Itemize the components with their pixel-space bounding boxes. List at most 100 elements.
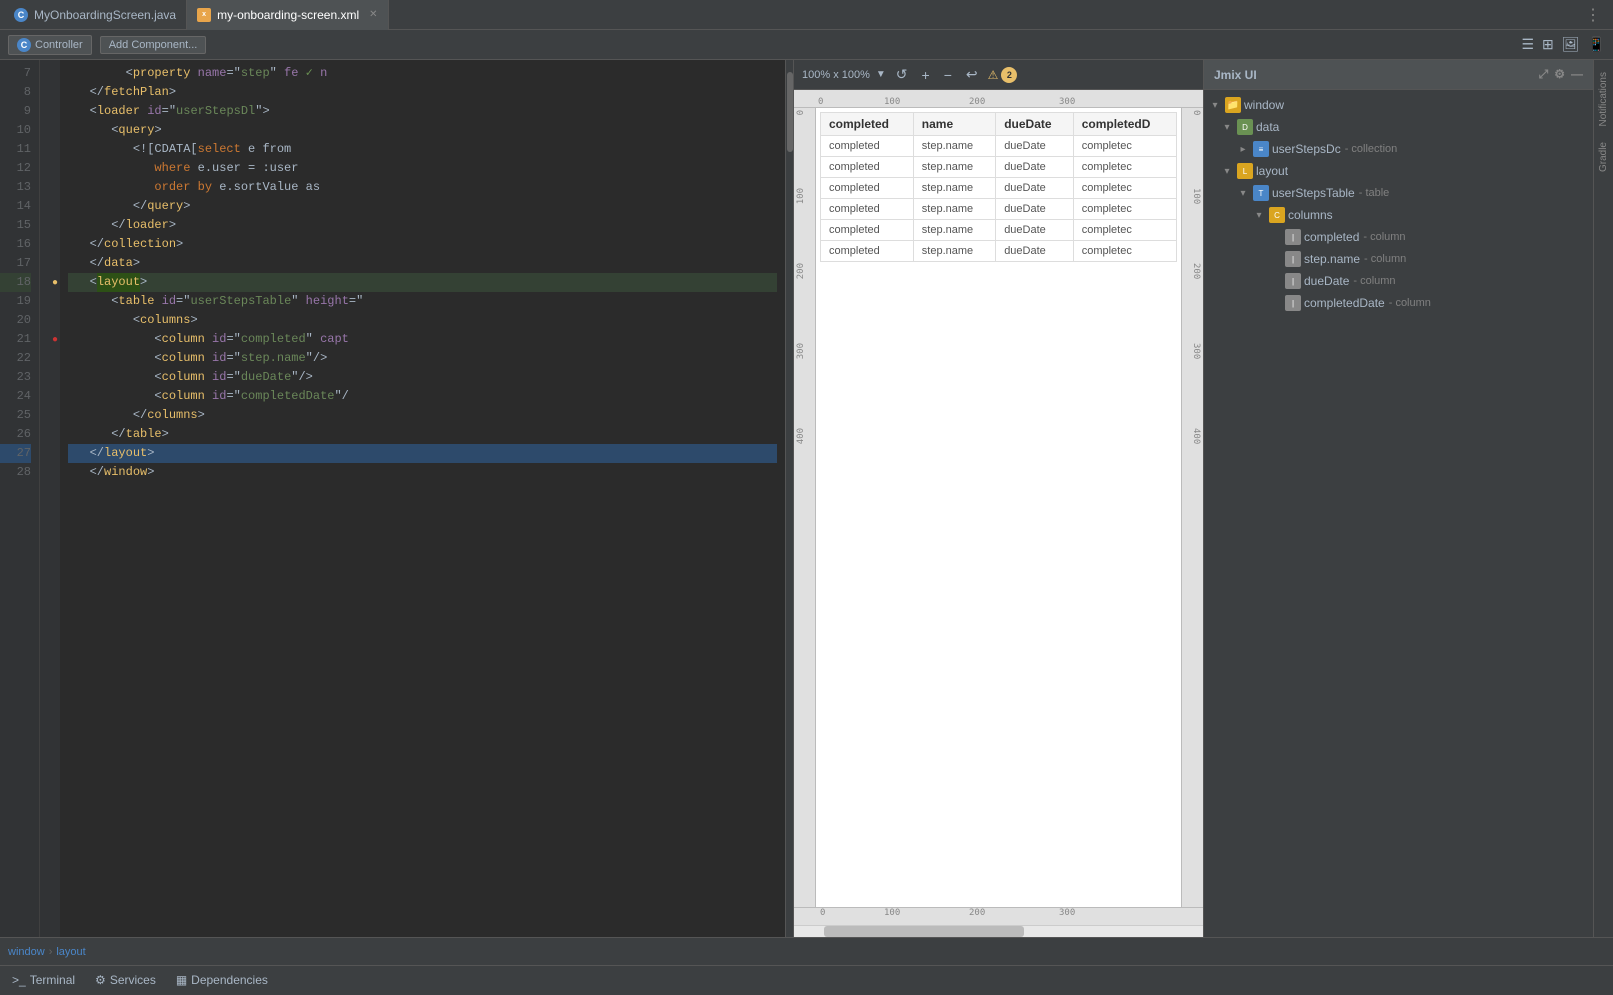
code-line-22: <column id="step.name"/> <box>68 349 777 368</box>
spacer <box>1268 274 1282 288</box>
services-tab[interactable]: ⚙ Services <box>91 966 160 995</box>
chevron-down-icon: ▾ <box>1252 208 1266 222</box>
code-line-12: where e.user = :user <box>68 159 777 178</box>
preview-col-duedate: dueDate <box>996 113 1074 136</box>
phone-icon[interactable]: 📱 <box>1588 36 1605 53</box>
tree-userstepsdc-type: - collection <box>1345 143 1398 155</box>
refresh-icon[interactable]: ↺ <box>892 64 912 85</box>
java-file-icon: C <box>14 8 28 22</box>
ruler-bottom: 0 100 200 300 <box>794 907 1203 925</box>
tree-layout-label: layout <box>1256 164 1288 178</box>
dependencies-label: Dependencies <box>191 973 268 987</box>
code-line-16: </collection> <box>68 235 777 254</box>
preview-col-completed: completed <box>821 113 914 136</box>
terminal-tab[interactable]: >_ Terminal <box>8 966 79 995</box>
code-line-17: </data> <box>68 254 777 273</box>
tab-more-button[interactable]: ⋮ <box>1577 5 1609 25</box>
tree-completed-type: - column <box>1363 231 1405 243</box>
tree-item-stepname-col[interactable]: | step.name - column <box>1204 248 1593 270</box>
preview-row-4: completed step.name dueDate completec <box>821 199 1177 220</box>
add-component-button[interactable]: Add Component... <box>100 36 207 54</box>
xml-file-icon: x <box>197 8 211 22</box>
gradle-tab[interactable]: Gradle <box>1596 134 1611 180</box>
preview-table: completed name dueDate completedD comple… <box>820 112 1177 262</box>
breadcrumb-window[interactable]: window <box>8 946 45 958</box>
breadcrumb-sep: › <box>49 946 53 958</box>
chevron-down-icon: ▾ <box>1236 186 1250 200</box>
code-line-21: <column id="completed" capt <box>68 330 777 349</box>
breadcrumb-layout[interactable]: layout <box>56 946 85 958</box>
zoom-dropdown-icon[interactable]: ▼ <box>876 69 886 80</box>
preview-col-name: name <box>913 113 995 136</box>
tree-userstepsdc-label: userStepsDc <box>1272 142 1341 156</box>
warnings-count: 2 <box>1001 67 1017 83</box>
terminal-label: Terminal <box>30 973 75 987</box>
code-line-23: <column id="dueDate"/> <box>68 368 777 387</box>
notifications-tab[interactable]: Notifications <box>1596 64 1611 134</box>
tab-xml[interactable]: x my-onboarding-screen.xml ✕ <box>187 0 388 30</box>
side-panel-tabs: Notifications Gradle <box>1593 60 1613 937</box>
tree-userstepstable-label: userStepsTable <box>1272 186 1355 200</box>
preview-scrollbar-h[interactable] <box>794 925 1203 937</box>
controller-button[interactable]: C Controller <box>8 35 92 55</box>
code-line-8: </fetchPlan> <box>68 83 777 102</box>
breadcrumb: window › layout <box>8 946 86 958</box>
column-icon: | <box>1285 251 1301 267</box>
tree-duedate-type: - column <box>1353 275 1395 287</box>
preview-row-5: completed step.name dueDate completec <box>821 220 1177 241</box>
window-folder-icon: 📁 <box>1225 97 1241 113</box>
collection-icon: ≡ <box>1253 141 1269 157</box>
tree-item-layout[interactable]: ▾ L layout <box>1204 160 1593 182</box>
tree-item-completeddate-col[interactable]: | completedDate - column <box>1204 292 1593 314</box>
code-line-15: </loader> <box>68 216 777 235</box>
code-line-18: <layout> <box>68 273 777 292</box>
table-view-icon[interactable]: ⊞ <box>1542 36 1554 53</box>
preview-row-1: completed step.name dueDate completec <box>821 136 1177 157</box>
chevron-down-icon: ▾ <box>1208 98 1222 112</box>
tree-item-window[interactable]: ▾ 📁 window <box>1204 94 1593 116</box>
panel-settings-icon[interactable]: ⚙ <box>1554 67 1565 82</box>
zoom-in-icon[interactable]: + <box>918 65 934 85</box>
dependencies-icon: ▦ <box>176 973 187 987</box>
grid-icon[interactable]: ☰ <box>1521 36 1534 53</box>
image-icon[interactable]: 🖼 <box>1562 36 1580 53</box>
tab-bar: C MyOnboardingScreen.java x my-onboardin… <box>0 0 1613 30</box>
tree-item-columns[interactable]: ▾ C columns <box>1204 204 1593 226</box>
code-line-14: </query> <box>68 197 777 216</box>
line21-error-icon: ● <box>52 334 58 345</box>
spacer <box>1268 252 1282 266</box>
tree-item-completed-col[interactable]: | completed - column <box>1204 226 1593 248</box>
tab-xml-label: my-onboarding-screen.xml <box>217 8 359 22</box>
dependencies-tab[interactable]: ▦ Dependencies <box>172 966 272 995</box>
tab-java[interactable]: C MyOnboardingScreen.java <box>4 0 187 30</box>
tree-data-label: data <box>1256 120 1279 134</box>
tree-item-userstepstable[interactable]: ▾ T userStepsTable - table <box>1204 182 1593 204</box>
code-line-9: <loader id="userStepsDl"> <box>68 102 777 121</box>
panel-expand-icon[interactable]: ⤢ <box>1539 67 1549 82</box>
undo-icon[interactable]: ↩ <box>962 64 982 85</box>
tree-completed-label: completed <box>1304 230 1359 244</box>
ruler-left: 0 100 200 300 400 <box>794 108 816 907</box>
preview-row-3: completed step.name dueDate completec <box>821 178 1177 199</box>
preview-panel: 100% x 100% ▼ ↺ + − ↩ ⚠ 2 0 100 200 300 <box>793 60 1203 937</box>
code-editor[interactable]: <property name="step" fe ✓ n </fetchPlan… <box>60 60 785 937</box>
line-numbers: 7 8 9 10 11 12 13 14 15 16 17 18 19 20 2… <box>0 60 40 937</box>
panel-minimize-icon[interactable]: — <box>1571 67 1583 82</box>
ruler-right: 0 100 200 300 400 <box>1181 108 1203 907</box>
tree-stepname-label: step.name <box>1304 252 1360 266</box>
tree-userstepstable-type: - table <box>1359 187 1390 199</box>
tree-item-data[interactable]: ▾ D data <box>1204 116 1593 138</box>
tree-item-duedate-col[interactable]: | dueDate - column <box>1204 270 1593 292</box>
chevron-down-icon: ▾ <box>1220 164 1234 178</box>
zoom-out-icon[interactable]: − <box>940 65 956 85</box>
code-line-28: </window> <box>68 463 777 482</box>
chevron-down-icon: ▾ <box>1220 120 1234 134</box>
controller-label: Controller <box>35 39 83 51</box>
tree-item-userstepsdc[interactable]: ▸ ≡ userStepsDc - collection <box>1204 138 1593 160</box>
editor-scrollbar[interactable] <box>785 60 793 937</box>
preview-col-completedd: completedD <box>1073 113 1176 136</box>
code-line-27: </layout> <box>68 444 777 463</box>
tab-close-icon[interactable]: ✕ <box>369 9 377 20</box>
tree-completeddate-type: - column <box>1389 297 1431 309</box>
code-line-24: <column id="completedDate"/ <box>68 387 777 406</box>
